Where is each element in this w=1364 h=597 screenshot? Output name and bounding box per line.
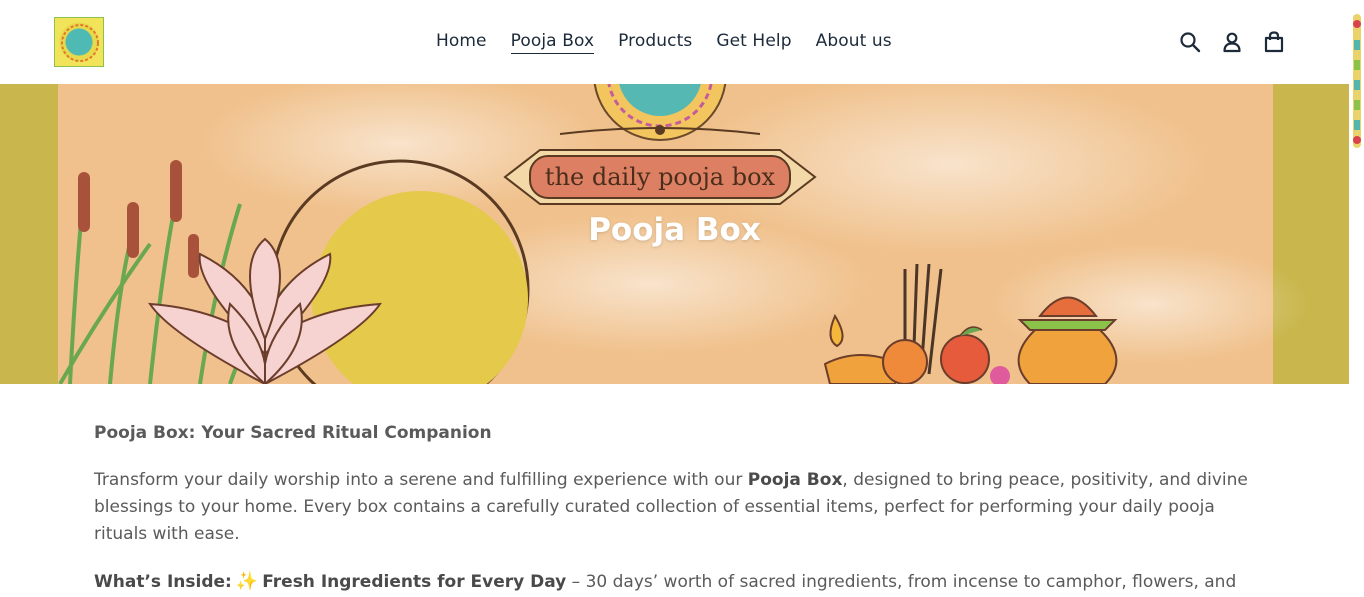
inside-label: What’s Inside:	[94, 572, 232, 592]
nav-products[interactable]: Products	[618, 29, 692, 54]
inside-item-title: Fresh Ingredients for Every Day	[262, 572, 567, 592]
nav-home[interactable]: Home	[436, 29, 487, 54]
banner-text: the daily pooja box	[545, 163, 776, 191]
inside-item-text: – 30 days’ worth of sacred ingredients, …	[566, 572, 1237, 592]
nav-get-help[interactable]: Get Help	[716, 29, 791, 54]
hero-banner: the daily pooja box Pooja Box	[0, 84, 1349, 384]
logo-mandala-icon	[61, 24, 99, 62]
fruit-icon	[882, 326, 1010, 384]
nav-about-us[interactable]: About us	[816, 29, 892, 54]
intro-bold: Pooja Box	[747, 470, 843, 490]
search-icon[interactable]	[1178, 30, 1202, 54]
decorative-strip	[1352, 14, 1362, 148]
content-heading: Pooja Box: Your Sacred Ritual Companion	[94, 423, 492, 443]
cart-icon[interactable]	[1262, 30, 1286, 54]
main-nav: Home Pooja Box Products Get Help About u…	[436, 29, 916, 54]
site-header: Home Pooja Box Products Get Help About u…	[0, 0, 1349, 84]
nav-pooja-box[interactable]: Pooja Box	[510, 29, 595, 54]
account-icon[interactable]	[1220, 30, 1244, 54]
page-content: Pooja Box: Your Sacred Ritual Companion …	[94, 421, 1264, 597]
logo[interactable]	[54, 17, 104, 67]
sparkle-icon: ✨	[235, 571, 259, 592]
intro-paragraph: Transform your daily worship into a sere…	[94, 467, 1264, 548]
hero-title: Pooja Box	[588, 212, 761, 248]
intro-text-before: Transform your daily worship into a sere…	[94, 470, 748, 490]
inside-paragraph: What’s Inside: ✨ Fresh Ingredients for Eve…	[94, 568, 1264, 596]
header-icons	[1178, 30, 1286, 54]
